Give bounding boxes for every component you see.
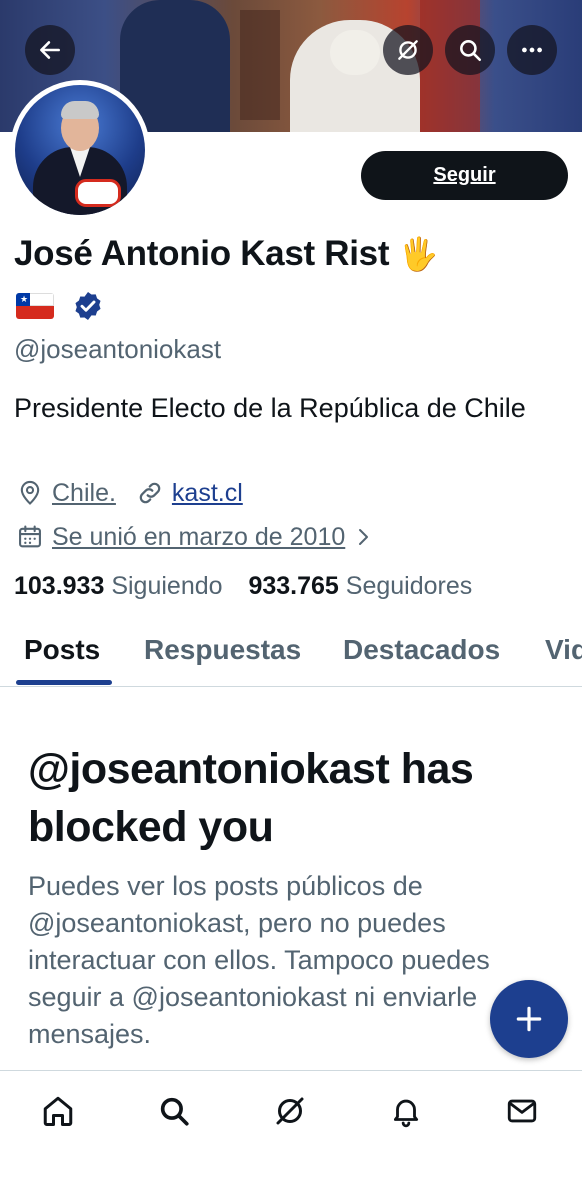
arrow-left-icon xyxy=(40,41,60,59)
grok-button[interactable] xyxy=(383,25,433,75)
calendar-icon xyxy=(19,525,41,548)
more-icon xyxy=(522,47,542,53)
grok-icon xyxy=(276,1097,304,1125)
more-options-button[interactable] xyxy=(507,25,557,75)
followers-stat[interactable]: 933.765 Seguidores xyxy=(248,572,472,600)
tab-destacados[interactable]: Destacados xyxy=(343,634,500,666)
name-badges: ★ xyxy=(16,290,104,322)
profile-tabs: Posts Respuestas Destacados Vid xyxy=(0,626,582,687)
follow-button[interactable]: Seguir xyxy=(361,151,568,200)
following-stat[interactable]: 103.933 Siguiendo xyxy=(14,572,223,600)
verified-badge-icon[interactable] xyxy=(72,290,104,322)
tab-respuestas[interactable]: Respuestas xyxy=(144,634,301,666)
following-count: 103.933 xyxy=(14,572,105,600)
profile-handle: @joseantoniokast xyxy=(14,334,222,364)
messages-mail-icon xyxy=(507,1099,537,1123)
search-button[interactable] xyxy=(445,25,495,75)
nav-notifications[interactable] xyxy=(384,1089,428,1133)
profile-name: José Antonio Kast Rist 🖐 xyxy=(14,234,438,274)
back-button[interactable] xyxy=(25,25,75,75)
grok-icon xyxy=(398,40,418,60)
follow-stats: 103.933 Siguiendo 933.765 Seguidores xyxy=(14,572,472,601)
profile-meta-joined[interactable]: Se unió en marzo de 2010 xyxy=(16,520,375,554)
website-link[interactable]: kast.cl xyxy=(172,479,243,508)
home-icon xyxy=(43,1096,73,1126)
active-tab-indicator xyxy=(16,680,112,685)
blocked-description: Puedes ver los posts públicos de @josean… xyxy=(28,871,490,1049)
bottom-navigation xyxy=(0,1070,582,1201)
location-pin-icon xyxy=(20,480,40,505)
profile-name-text: José Antonio Kast Rist xyxy=(14,234,390,273)
search-icon xyxy=(460,40,482,62)
profile-bio: Presidente Electo de la República de Chi… xyxy=(14,393,526,423)
joined-date-text[interactable]: Se unió en marzo de 2010 xyxy=(52,523,345,552)
nav-grok[interactable] xyxy=(268,1089,312,1133)
followers-count: 933.765 xyxy=(248,572,339,600)
tab-videos[interactable]: Vid xyxy=(545,634,582,666)
link-icon xyxy=(139,482,161,504)
search-icon xyxy=(160,1097,189,1126)
notifications-bell-icon xyxy=(393,1099,419,1128)
plus-icon xyxy=(516,1006,542,1032)
profile-avatar[interactable] xyxy=(10,80,150,220)
chile-flag-emoji: ★ xyxy=(16,293,54,319)
following-label: Siguiendo xyxy=(111,572,223,600)
chevron-right-icon xyxy=(359,529,369,545)
followers-label: Seguidores xyxy=(345,572,473,600)
nav-messages[interactable] xyxy=(500,1089,544,1133)
nav-search[interactable] xyxy=(152,1089,196,1133)
profile-meta-location-link: Chile. kast.cl xyxy=(16,476,243,510)
location-text[interactable]: Chile. xyxy=(52,479,116,508)
compose-post-button[interactable] xyxy=(490,980,568,1058)
blocked-title: @joseantoniokast has blocked you xyxy=(28,745,474,851)
nav-home[interactable] xyxy=(36,1089,80,1133)
waving-hand-emoji: 🖐 xyxy=(398,236,439,272)
tab-posts[interactable]: Posts xyxy=(24,634,100,666)
